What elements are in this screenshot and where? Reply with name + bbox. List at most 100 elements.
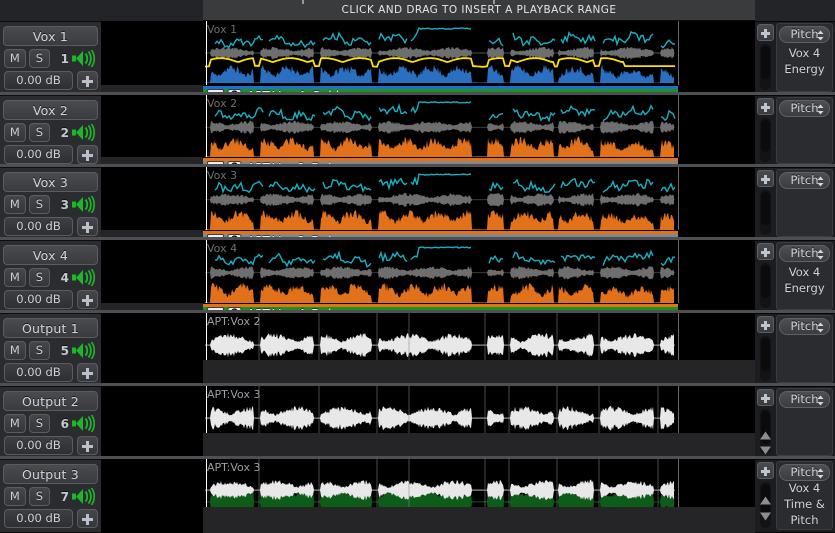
parameter-dropdown[interactable]: Pitch bbox=[779, 391, 830, 408]
parameter-dropdown-label: Pitch bbox=[790, 392, 819, 406]
gain-field[interactable]: 0.00 dB bbox=[4, 509, 73, 528]
inspector-scrollbar[interactable] bbox=[760, 118, 771, 162]
track-header: Vox 3 M S 3 0.00 dB bbox=[0, 167, 101, 240]
track-name-button[interactable]: Vox 3 bbox=[3, 172, 98, 192]
playhead[interactable] bbox=[206, 95, 207, 157]
mute-button[interactable]: M bbox=[4, 195, 26, 214]
mute-button[interactable]: M bbox=[4, 268, 26, 287]
scrollbar-thumb[interactable] bbox=[761, 265, 770, 298]
inspector-panel-body: Pitch Vox 4 Energy bbox=[776, 242, 833, 310]
solo-button[interactable]: S bbox=[28, 195, 51, 214]
track-row-separator bbox=[0, 92, 835, 95]
inspector-scrollbar[interactable] bbox=[760, 336, 771, 381]
waveform-lane[interactable]: APT:Vox 3 bbox=[203, 459, 755, 533]
gain-field[interactable]: 0.00 dB bbox=[4, 290, 73, 309]
inspector-add-button[interactable] bbox=[757, 98, 774, 115]
waveform-lane[interactable]: Vox 1APT:Vox 4–Guide bbox=[203, 21, 755, 95]
track-row-separator bbox=[0, 164, 835, 167]
gain-field[interactable]: 0.00 dB bbox=[4, 363, 73, 382]
inspector-add-button[interactable] bbox=[757, 462, 774, 479]
parameter-dropdown[interactable]: Pitch bbox=[779, 100, 830, 117]
add-parameter-button[interactable] bbox=[77, 290, 98, 309]
track-header: Vox 2 M S 2 0.00 dB bbox=[0, 95, 101, 167]
track-gain-row: 0.00 dB bbox=[4, 145, 98, 164]
inspector-info: Vox 4 Energy bbox=[777, 264, 832, 296]
scrollbar-thumb[interactable] bbox=[761, 120, 770, 153]
add-parameter-button[interactable] bbox=[77, 217, 98, 236]
parameter-dropdown[interactable]: Pitch bbox=[779, 172, 830, 189]
add-parameter-button[interactable] bbox=[77, 363, 98, 382]
scroll-up-arrow-icon[interactable] bbox=[759, 426, 772, 440]
speaker-on-icon[interactable] bbox=[72, 124, 98, 141]
track-name-button[interactable]: Vox 1 bbox=[3, 26, 98, 46]
waveform-lane[interactable]: Vox 4APT:Vox 4–Dub bbox=[203, 240, 755, 313]
solo-button[interactable]: S bbox=[28, 123, 51, 142]
scroll-down-arrow-icon[interactable] bbox=[759, 441, 772, 455]
mute-button[interactable]: M bbox=[4, 49, 26, 68]
solo-button[interactable]: S bbox=[28, 487, 51, 506]
playhead[interactable] bbox=[206, 167, 207, 230]
track-name-button[interactable]: Output 2 bbox=[3, 391, 98, 411]
gain-field[interactable]: 0.00 dB bbox=[4, 71, 73, 90]
scroll-down-arrow-icon[interactable] bbox=[759, 507, 772, 526]
scrollbar-thumb[interactable] bbox=[761, 338, 770, 371]
mute-button[interactable]: M bbox=[4, 341, 26, 360]
speaker-on-icon[interactable] bbox=[72, 196, 98, 213]
waveform-lane[interactable]: Vox 3APT:Vox 3–Dub bbox=[203, 167, 755, 240]
mute-button[interactable]: M bbox=[4, 487, 26, 506]
gain-field[interactable]: 0.00 dB bbox=[4, 436, 73, 455]
track-gain-row: 0.00 dB bbox=[4, 71, 98, 90]
solo-button[interactable]: S bbox=[28, 414, 51, 433]
speaker-on-icon[interactable] bbox=[72, 415, 98, 432]
waveform-lane[interactable]: Vox 2APT:Vox 2–Dub bbox=[203, 95, 755, 167]
solo-button[interactable]: S bbox=[28, 341, 51, 360]
gap-lane-black bbox=[101, 21, 203, 85]
add-parameter-button[interactable] bbox=[77, 145, 98, 164]
timeline-ruler[interactable]: CLICK AND DRAG TO INSERT A PLAYBACK RANG… bbox=[203, 0, 755, 21]
speaker-on-icon[interactable] bbox=[72, 50, 98, 67]
playhead[interactable] bbox=[206, 240, 207, 303]
inspector-add-button[interactable] bbox=[757, 24, 774, 41]
chevron-updown-icon bbox=[817, 176, 824, 187]
inspector-add-button[interactable] bbox=[757, 389, 774, 406]
track-name-button[interactable]: Output 1 bbox=[3, 318, 98, 338]
parameter-dropdown[interactable]: Pitch bbox=[779, 464, 830, 481]
inspector-add-button[interactable] bbox=[757, 316, 774, 333]
parameter-dropdown[interactable]: Pitch bbox=[779, 245, 830, 262]
inspector-line: Vox 4 bbox=[788, 265, 821, 279]
scrollbar-thumb[interactable] bbox=[761, 192, 770, 225]
track-name-button[interactable]: Vox 2 bbox=[3, 100, 98, 120]
gain-field[interactable]: 0.00 dB bbox=[4, 145, 73, 164]
add-parameter-button[interactable] bbox=[77, 436, 98, 455]
track-controls-row: MS2 bbox=[4, 123, 98, 142]
inspector-scrollbar[interactable] bbox=[760, 44, 771, 90]
track-headers-column: Vox 1 M S 1 0.00 dB Vox 2 M S 2 0.00 dB Vox 3 M S 3 0.… bbox=[0, 0, 101, 533]
chevron-updown-icon bbox=[817, 395, 824, 406]
mute-button[interactable]: M bbox=[4, 123, 26, 142]
clip-accent-bar bbox=[203, 158, 678, 161]
solo-button[interactable]: S bbox=[28, 268, 51, 287]
inspector-add-button[interactable] bbox=[757, 243, 774, 260]
playhead[interactable] bbox=[206, 21, 207, 85]
inspector-add-button[interactable] bbox=[757, 170, 774, 187]
add-parameter-button[interactable] bbox=[77, 509, 98, 528]
track-name-button[interactable]: Vox 4 bbox=[3, 245, 98, 265]
track-gap-column bbox=[101, 0, 203, 533]
inspector-scrollbar[interactable] bbox=[760, 190, 771, 235]
track-name-button[interactable]: Output 3 bbox=[3, 464, 98, 484]
track-channel-number: 5 bbox=[60, 343, 69, 358]
inspector-scrollbar[interactable] bbox=[760, 263, 771, 308]
add-parameter-button[interactable] bbox=[77, 71, 98, 90]
track-controls-row: MS5 bbox=[4, 341, 98, 360]
speaker-on-icon[interactable] bbox=[72, 269, 98, 286]
parameter-dropdown[interactable]: Pitch bbox=[779, 318, 830, 335]
gain-field[interactable]: 0.00 dB bbox=[4, 217, 73, 236]
solo-button[interactable]: S bbox=[28, 49, 51, 68]
parameter-dropdown[interactable]: Pitch bbox=[779, 26, 830, 43]
waveform-lane[interactable]: APT:Vox 2 bbox=[203, 313, 755, 386]
speaker-on-icon[interactable] bbox=[72, 342, 98, 359]
waveform-lane[interactable]: APT:Vox 3 bbox=[203, 386, 755, 459]
speaker-on-icon[interactable] bbox=[72, 488, 98, 505]
mute-button[interactable]: M bbox=[4, 414, 26, 433]
scrollbar-thumb[interactable] bbox=[761, 46, 770, 80]
